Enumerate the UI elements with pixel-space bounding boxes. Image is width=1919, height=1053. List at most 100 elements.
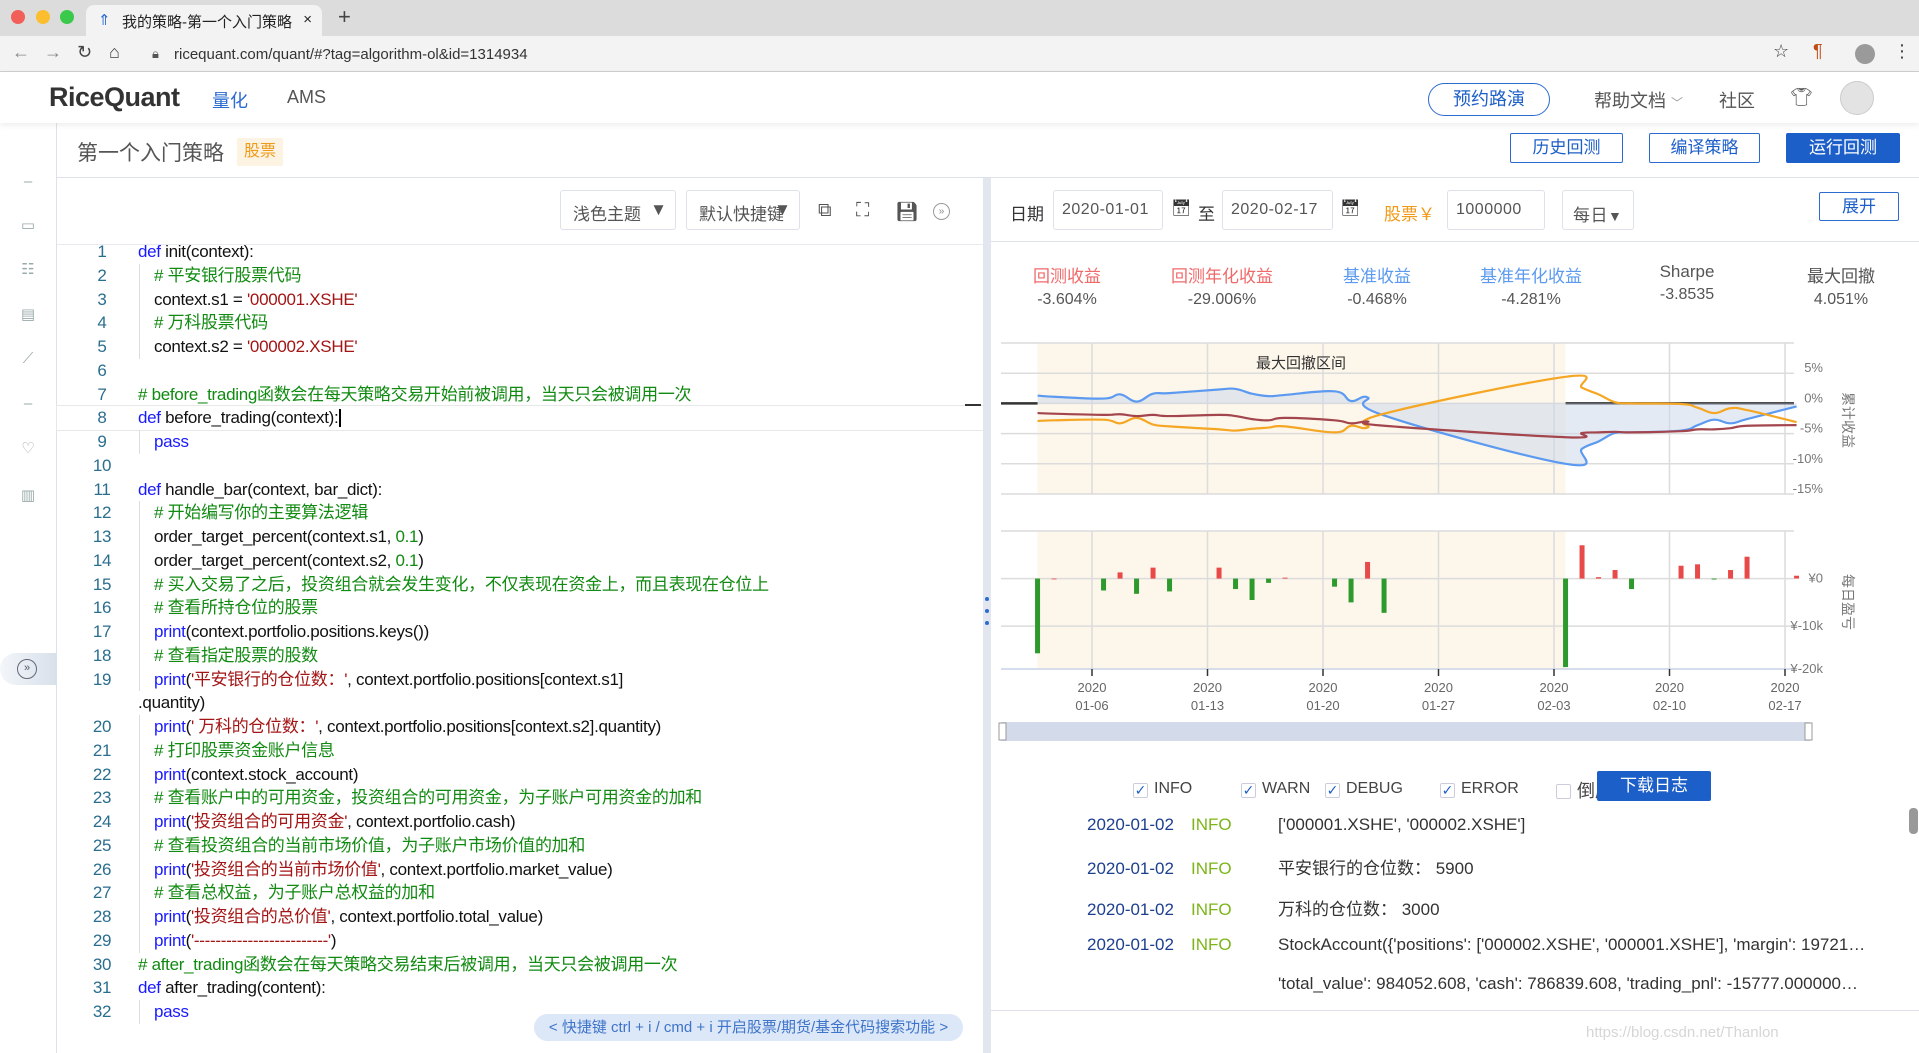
compile-strategy-button[interactable]: 编译策略 [1649, 133, 1760, 163]
code-line[interactable]: 15 # 买入交易了之后，投资组合就会发生变化，不仅表现在资金上，而且表现在仓位上 [57, 572, 983, 597]
code-line[interactable]: 24 print('投资组合的可用资金', context.portfolio.c… [57, 810, 983, 834]
minimize-window-button[interactable] [36, 10, 50, 24]
code-line[interactable]: 6 [57, 359, 983, 383]
log-scrollbar[interactable] [1909, 808, 1918, 834]
code-line[interactable]: 4 # 万科股票代码 [57, 311, 983, 335]
code-line[interactable]: 29 print('-------------------------') [57, 928, 983, 953]
reload-icon[interactable]: ↻ [77, 42, 92, 63]
code-line[interactable]: 7 # before_trading函数会在每天策略交易开始前被调用，当天只会被调… [57, 383, 983, 407]
new-tab-button[interactable]: + [338, 4, 351, 30]
code-line[interactable]: 13 order_target_percent(context.s1, 0.1) [57, 525, 983, 549]
checkbox[interactable]: ✓ [1241, 783, 1256, 798]
bookmark-star-icon[interactable]: ☆ [1773, 41, 1789, 62]
code-text: print(' 万科的仓位数：', context.portfolio.posi… [154, 715, 661, 739]
log-filter-warn[interactable]: ✓ WARN [1241, 780, 1310, 798]
expand-button[interactable]: 展开 [1819, 192, 1899, 221]
checkbox[interactable]: ✓ [1325, 783, 1340, 798]
history-backtest-button[interactable]: 历史回测 [1510, 133, 1623, 163]
url-field[interactable]: 🔒︎ ricequant.com/quant/#?tag=algorithm-o… [138, 40, 1778, 68]
code-line[interactable]: 10 [57, 454, 983, 478]
sidebar-presentation-icon[interactable]: ▤ [16, 305, 40, 325]
code-line[interactable]: 2 # 平安银行股票代码 [57, 263, 983, 288]
code-line[interactable]: 5 context.s2 = '000002.XSHE' [57, 335, 983, 359]
calendar-icon[interactable]: 📅︎ [1340, 198, 1360, 218]
code-line[interactable]: 22 print(context.stock_account) [57, 762, 983, 787]
code-line[interactable]: 31 def after_trading(content): [57, 976, 983, 1000]
code-line[interactable]: 20 print(' 万科的仓位数：', context.portfolio.po… [57, 715, 983, 739]
token-comment: # before_trading函数会在每天策略交易开始前被调用，当天只会被调用… [138, 384, 692, 404]
sidebar-strategy-icon[interactable]: ▭ [16, 216, 40, 236]
code-line[interactable]: 21 # 打印股票资金账户信息 [57, 738, 983, 763]
copy-icon[interactable]: ⧉ [818, 200, 832, 222]
checkbox[interactable]: ✓ [1440, 783, 1455, 798]
code-area[interactable]: 1 def init(context): 2 # 平安银行股票代码 3 context.s… [56, 240, 984, 1024]
strategy-title[interactable]: 第一个入门策略 [77, 137, 224, 167]
log-level: INFO [1191, 815, 1232, 834]
close-window-button[interactable] [11, 10, 25, 24]
run-backtest-button[interactable]: 运行回测 [1786, 133, 1900, 163]
sidebar-trophy-icon[interactable]: ♡ [16, 439, 40, 459]
panel-resize-divider[interactable] [983, 178, 991, 1053]
checkbox[interactable]: ✓ [1133, 783, 1148, 798]
code-line[interactable]: 3 context.s1 = '000001.XSHE' [57, 287, 983, 312]
code-line[interactable]: 27 # 查看总权益，为子账户总权益的加和 [57, 881, 983, 905]
sidebar-ranking-icon[interactable]: ▥ [16, 486, 40, 506]
code-line[interactable]: 18 # 查看指定股票的股数 [57, 643, 983, 668]
forward-icon[interactable]: → [44, 42, 62, 63]
collapse-editor-icon[interactable]: » [933, 203, 950, 220]
roadshow-button[interactable]: 预约路演 [1428, 83, 1550, 116]
code-line[interactable]: 8 def before_trading(context): [56, 405, 984, 431]
code-line[interactable]: 26 print('投资组合的当前市场价值', context.portfolio… [57, 857, 983, 882]
browser-tab-bar: ⇑ 我的策略-第一个入门策略 × + [0, 0, 1919, 36]
log-filter-info[interactable]: ✓ INFO [1133, 780, 1192, 798]
end-date-input[interactable]: 2020-02-17 [1222, 190, 1333, 230]
avatar[interactable] [1840, 81, 1874, 115]
code-line[interactable]: 1 def init(context): [57, 240, 983, 264]
back-icon[interactable]: ← [12, 42, 30, 63]
code-line[interactable]: 12 # 开始编写你的主要算法逻辑 [57, 501, 983, 525]
nav-item-ams[interactable]: AMS [287, 87, 326, 108]
code-line[interactable]: 19 print('平安银行的仓位数：', context.portfolio.p… [57, 667, 983, 692]
token-plain: order_target_percent(context.s2, [154, 550, 396, 570]
home-icon[interactable]: ⌂ [109, 42, 120, 63]
code-text: # 查看总权益，为子账户总权益的加和 [154, 881, 435, 905]
start-date-input[interactable]: 2020-01-01 [1053, 190, 1163, 230]
log-filter-error[interactable]: ✓ ERROR [1440, 780, 1519, 798]
sidebar-research-icon[interactable]: ☷ [16, 260, 40, 280]
sidebar-expand-item[interactable]: » [0, 653, 57, 685]
code-line[interactable]: 23 # 查看账户中的可用资金，投资组合的可用资金，为子账户可用资金的加和 [57, 786, 983, 810]
community-link[interactable]: 社区 [1719, 87, 1755, 113]
calendar-icon[interactable]: 📅︎ [1171, 198, 1191, 218]
code-line[interactable]: 25 # 查看投资组合的当前市场价值，为子账户市场价值的加和 [57, 833, 983, 858]
fullscreen-icon[interactable]: ⛶ [856, 200, 869, 222]
code-line[interactable]: 30 # after_trading函数会在每天策略交易结束后被调用，当天只会被调… [57, 953, 983, 977]
code-line[interactable]: 16 # 查看所持仓位的股票 [57, 596, 983, 620]
shirt-icon[interactable]: 👕︎ [1790, 87, 1813, 108]
browser-menu-icon[interactable]: ⋮ [1893, 41, 1911, 62]
checkbox[interactable] [1556, 784, 1571, 799]
code-line[interactable]: 9 pass [57, 430, 983, 454]
download-log-button[interactable]: 下载日志 [1597, 771, 1711, 801]
log-filter-debug[interactable]: ✓ DEBUG [1325, 780, 1403, 798]
nav-item-quant[interactable]: 量化 [212, 87, 248, 113]
code-line[interactable]: 11 def handle_bar(context, bar_dict): [57, 478, 983, 502]
log-level: INFO [1191, 859, 1232, 878]
theme-select[interactable]: 浅色主题 ▼ [560, 190, 676, 230]
capital-input[interactable]: 1000000 [1447, 190, 1545, 230]
code-line[interactable]: 17 print(context.portfolio.positions.keys… [57, 620, 983, 644]
save-icon[interactable]: 💾︎ [895, 200, 919, 224]
tab-close-icon[interactable]: × [299, 11, 312, 28]
frequency-select[interactable]: 每日▼ [1562, 190, 1634, 230]
keymap-select[interactable]: 默认快捷键 ▼ [686, 190, 800, 230]
extension-icon[interactable]: ¶ [1813, 41, 1823, 62]
ricequant-logo[interactable]: RiceQuant [49, 82, 180, 113]
profile-icon[interactable] [1855, 44, 1875, 64]
sidebar-chart-add-icon[interactable]: ⟋ [16, 350, 40, 370]
help-docs-menu[interactable]: 帮助文档 ﹀ [1594, 87, 1683, 113]
code-line[interactable]: 28 print('投资组合的总价值', context.portfolio.to… [57, 905, 983, 929]
browser-tab[interactable]: ⇑ 我的策略-第一个入门策略 × [86, 5, 322, 36]
token-comment: # 查看账户中的可用资金，投资组合的可用资金，为子账户可用资金的加和 [154, 788, 702, 808]
maximize-window-button[interactable] [60, 10, 74, 24]
code-line[interactable]: .quantity) [57, 691, 983, 715]
code-line[interactable]: 14 order_target_percent(context.s2, 0.1) [57, 548, 983, 573]
